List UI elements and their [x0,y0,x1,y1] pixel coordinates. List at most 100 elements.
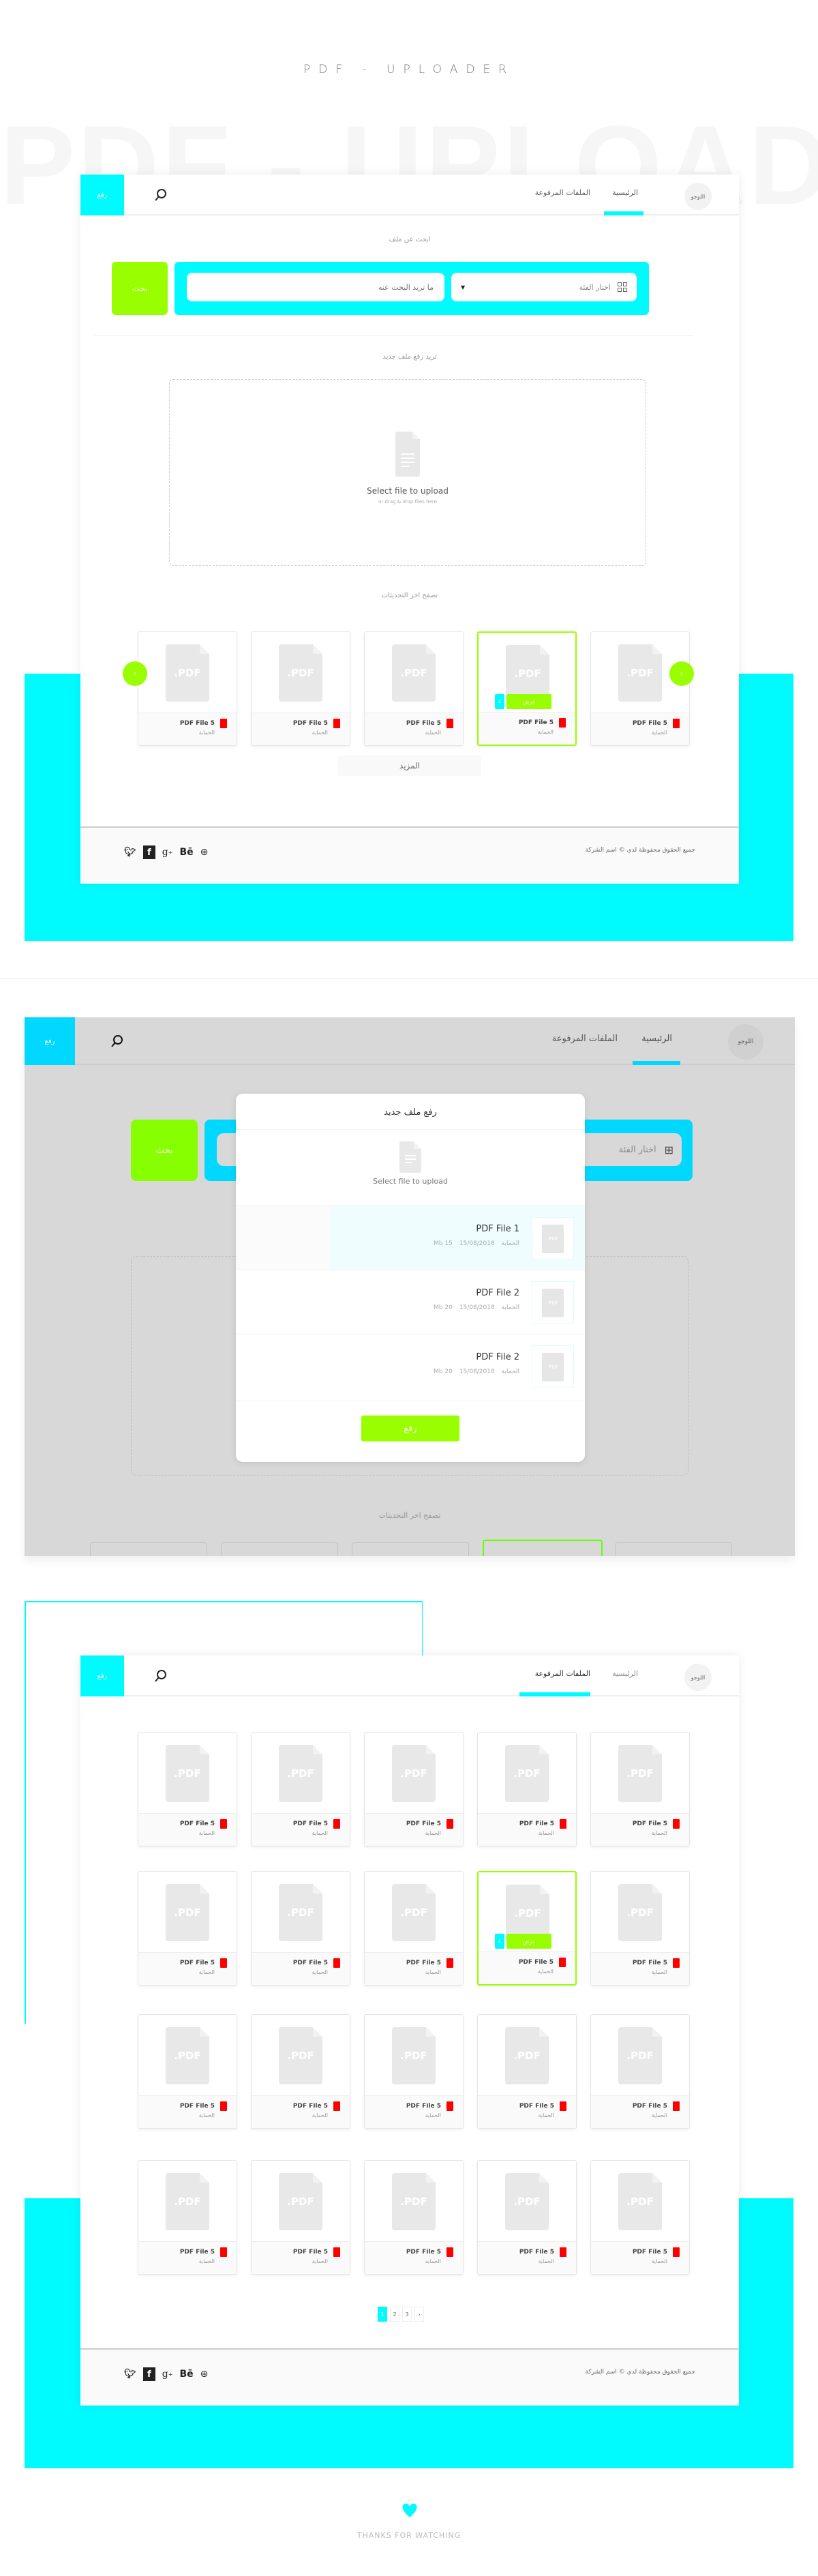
file-date: 15/08/2018 [459,1240,495,1247]
pdf-icon: .PDF [542,1353,564,1381]
twitter-icon[interactable]: 🐦︎ [124,847,136,858]
heart-icon [402,2499,417,2517]
modal-file-row[interactable]: .PDF PDF File 2 الحماية 15/08/2018 20 Mb [236,1334,585,1398]
search-icon [111,1035,123,1047]
card-footer: PDF File 5 الحماية [365,1952,463,1985]
nav-upload-button[interactable]: رفع [80,1656,124,1696]
file-thumbnail: .PDF [532,1217,574,1259]
file-card[interactable]: .PDF PDF File 5 الحماية [364,1732,464,1846]
file-size: 20 Mb [433,1368,453,1375]
view-button[interactable]: عرض [506,1934,551,1949]
facebook-icon[interactable]: f [142,2367,155,2381]
search-icon[interactable] [154,1669,168,1683]
file-card-selected[interactable]: .PDF ⤓ عرض PDF File 5 الحماية [477,1871,577,1986]
pdf-thumbnail: .PDF [618,1745,662,1802]
card-category: الحماية [425,2112,441,2118]
file-card[interactable]: .PDF PDF File 5 الحماية [590,1871,690,1986]
carousel-next-button[interactable]: › [669,661,694,686]
carousel-prev-button[interactable]: ‹ [123,661,147,686]
behance-icon[interactable]: Bē [179,847,193,858]
search-button[interactable]: بحث [112,262,168,315]
file-card[interactable]: .PDF PDF File 5 الحماية [590,2014,690,2129]
card-footer: PDF File 5 الحماية [138,2241,237,2274]
pdf-file-icon [220,1819,227,1829]
download-icon[interactable]: ⤓ [495,1934,504,1949]
file-card[interactable]: .PDF PDF File 5 الحماية [590,631,690,746]
file-card[interactable]: .PDF PDF File 5 الحماية [138,1871,237,1986]
pdf-file-icon [446,2247,453,2257]
dropzone[interactable]: Select file to upload or drag & drop fil… [169,379,646,566]
nav-uploaded-link[interactable]: الملفات المرفوعة [535,188,590,197]
modal-file-row[interactable]: .PDF PDF File 1 الحماية 15/08/2018 15 Mb [236,1205,585,1270]
card-category: الحماية [425,1969,441,1975]
download-icon[interactable]: ⤓ [495,694,504,709]
card-category: الحماية [198,1830,215,1836]
card-footer: PDF File 5 الحماية [252,1813,350,1846]
pagination-page[interactable]: 1 [378,2307,387,2322]
dribbble-icon[interactable]: ⊛ [200,2369,209,2380]
file-card[interactable]: .PDF PDF File 5 الحماية [251,1871,350,1986]
nav-upload-button[interactable]: رفع [80,175,124,215]
copyright: جميع الحقوق محفوظة لدي © اسم الشركة [585,847,695,854]
nav-home-link[interactable]: الرئيسية [612,1669,638,1678]
file-category: الحماية [501,1368,519,1375]
card-file-name: PDF File 5 [518,719,554,726]
pdf-thumbnail: .PDF [505,2027,549,2084]
behance-icon[interactable]: Bē [179,2369,193,2380]
file-meta: الحماية 15/08/2018 20 Mb [434,1368,519,1375]
twitter-icon[interactable]: 🐦︎ [124,2369,136,2380]
card-file-name: PDF File 5 [406,2249,441,2256]
pdf-file-icon [220,1958,227,1968]
card-footer: PDF File 5 الحماية [252,1952,350,1985]
file-card[interactable]: .PDF PDF File 5 الحماية [138,1732,237,1846]
file-card[interactable]: .PDF PDF File 5 الحماية [138,2160,237,2275]
pagination-page[interactable]: 3 [402,2307,412,2322]
more-button[interactable]: المزيد [338,755,481,776]
logo[interactable]: اللوجو [684,1664,712,1691]
file-card[interactable]: .PDF PDF File 5 الحماية [590,1732,690,1846]
pdf-thumbnail: .PDF [505,1745,549,1802]
modal-upload-button[interactable]: رفع [361,1416,459,1441]
file-card[interactable]: .PDF PDF File 5 الحماية [477,2160,577,2275]
dropzone-title: Select file to upload [367,486,449,496]
thanks-text: THANKS FOR WATCHING [357,2531,461,2540]
pdf-thumbnail: .PDF [392,644,436,702]
file-card[interactable]: .PDF PDF File 5 الحماية [251,2014,350,2129]
pdf-thumbnail: .PDF [618,644,662,702]
file-card[interactable]: .PDF PDF File 5 الحماية [477,1732,577,1846]
nav-home-link[interactable]: الرئيسية [612,188,638,197]
facebook-icon[interactable]: f [142,845,155,859]
card-footer: PDF File 5 الحماية [138,1952,237,1985]
card-category: الحماية [425,730,441,736]
card-file-name: PDF File 5 [179,1821,215,1827]
file-card[interactable]: .PDF PDF File 5 الحماية [251,1732,350,1846]
pagination-next[interactable]: › [414,2307,424,2322]
google-plus-icon[interactable]: g + [162,847,173,858]
card-file-name: PDF File 5 [292,720,328,727]
search-icon[interactable] [154,188,168,202]
file-card[interactable]: .PDF PDF File 5 الحماية [251,631,350,746]
file-card[interactable]: .PDF PDF File 5 الحماية [364,2160,464,2275]
card-file-name: PDF File 5 [632,1960,667,1966]
card-footer: PDF File 5 الحماية [478,2095,576,2128]
nav-uploaded-link[interactable]: الملفات المرفوعة [535,1669,590,1678]
search-input[interactable] [187,273,444,301]
modal-select-label[interactable]: Select file to upload [236,1177,585,1186]
category-select[interactable]: ▼ اختار الفئة [451,273,637,301]
file-card[interactable]: .PDF PDF File 5 الحماية [251,2160,350,2275]
file-card[interactable]: .PDF PDF File 5 الحماية [364,631,464,746]
file-card-selected[interactable]: .PDF ⤓ عرض PDF File 5 الحماية [477,631,577,746]
file-card[interactable]: .PDF PDF File 5 الحماية [477,2014,577,2129]
logo[interactable]: اللوجو [684,183,712,210]
pagination-page[interactable]: 2 [390,2307,399,2322]
file-card[interactable]: .PDF PDF File 5 الحماية [364,2014,464,2129]
file-card[interactable]: .PDF PDF File 5 الحماية [364,1871,464,1986]
file-card[interactable]: .PDF PDF File 5 الحماية [138,2014,237,2129]
file-card[interactable]: .PDF PDF File 5 الحماية [138,631,237,746]
file-thumbnail: .PDF [532,1345,574,1388]
google-plus-icon[interactable]: g + [162,2369,173,2380]
modal-file-row[interactable]: .PDF PDF File 2 الحماية 15/08/2018 20 Mb [236,1270,585,1334]
view-button[interactable]: عرض [506,694,551,709]
dribbble-icon[interactable]: ⊛ [200,847,209,858]
file-card[interactable]: .PDF PDF File 5 الحماية [590,2160,690,2275]
